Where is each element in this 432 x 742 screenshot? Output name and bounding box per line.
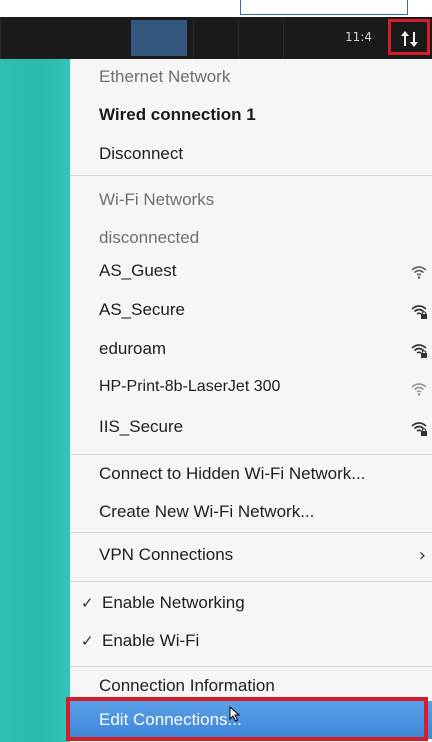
wifi-network-name: AS_Secure xyxy=(99,300,185,319)
wifi-header: Wi-Fi Networks xyxy=(99,190,215,209)
connect-hidden-wifi-item[interactable]: Connect to Hidden Wi-Fi Network... xyxy=(99,464,365,484)
network-menu: Ethernet Network Wired connection 1 Disc… xyxy=(70,59,432,742)
ethernet-header: Ethernet Network xyxy=(99,67,231,86)
wifi-network-name: AS_Guest xyxy=(99,261,177,280)
wifi-network-item[interactable]: AS_Guest xyxy=(70,255,432,291)
clock[interactable]: 11:4 xyxy=(345,30,379,44)
panel-section xyxy=(0,17,132,59)
enable-networking-label: Enable Networking xyxy=(102,593,245,612)
checkmark-icon: ✓ xyxy=(81,632,94,650)
divider xyxy=(70,532,432,533)
wifi-network-item[interactable]: HP-Print-8b-LaserJet 300 xyxy=(70,372,432,408)
top-panel: 11:4 xyxy=(0,17,432,59)
network-up-down-icon xyxy=(401,31,418,47)
divider xyxy=(70,454,432,455)
wifi-network-item[interactable]: IIS_Secure xyxy=(70,411,432,447)
chevron-right-icon: › xyxy=(418,545,426,566)
create-new-wifi-item[interactable]: Create New Wi-Fi Network... xyxy=(99,502,314,522)
wifi-network-item[interactable]: AS_Secure xyxy=(70,294,432,330)
taskbar-window-button[interactable] xyxy=(131,20,187,56)
highlight-outline xyxy=(66,697,428,741)
panel-section xyxy=(238,17,284,59)
checkmark-icon: ✓ xyxy=(81,594,94,612)
top-strip xyxy=(0,0,432,17)
mouse-cursor-icon xyxy=(229,706,241,722)
wired-connection-item[interactable]: Wired connection 1 xyxy=(99,105,256,125)
wifi-locked-icon xyxy=(411,422,427,436)
wifi-open-icon xyxy=(411,383,427,396)
wifi-network-name: IIS_Secure xyxy=(99,417,184,436)
panel-section xyxy=(283,17,329,59)
enable-networking-item[interactable]: ✓ Enable Networking xyxy=(70,587,432,623)
network-applet-button[interactable] xyxy=(388,19,430,55)
wifi-network-name: eduroam xyxy=(99,339,167,358)
window-edge xyxy=(240,0,408,15)
desktop-background xyxy=(0,59,70,742)
divider xyxy=(70,581,432,582)
divider xyxy=(70,175,432,176)
divider xyxy=(70,666,432,667)
wifi-network-item[interactable]: eduroam xyxy=(70,333,432,369)
panel-section xyxy=(193,17,239,59)
wifi-status: disconnected xyxy=(99,228,200,247)
vpn-connections-label: VPN Connections xyxy=(99,545,234,564)
wifi-open-icon xyxy=(411,266,427,279)
enable-wifi-label: Enable Wi-Fi xyxy=(102,631,200,650)
wifi-locked-icon xyxy=(411,305,427,319)
wifi-locked-icon xyxy=(411,344,427,358)
vpn-connections-item[interactable]: VPN Connections › xyxy=(70,539,432,575)
disconnect-item[interactable]: Disconnect xyxy=(99,144,183,164)
connection-information-item[interactable]: Connection Information xyxy=(99,676,275,696)
wifi-network-name: HP-Print-8b-LaserJet 300 xyxy=(99,378,281,395)
enable-wifi-item[interactable]: ✓ Enable Wi-Fi xyxy=(70,625,432,661)
